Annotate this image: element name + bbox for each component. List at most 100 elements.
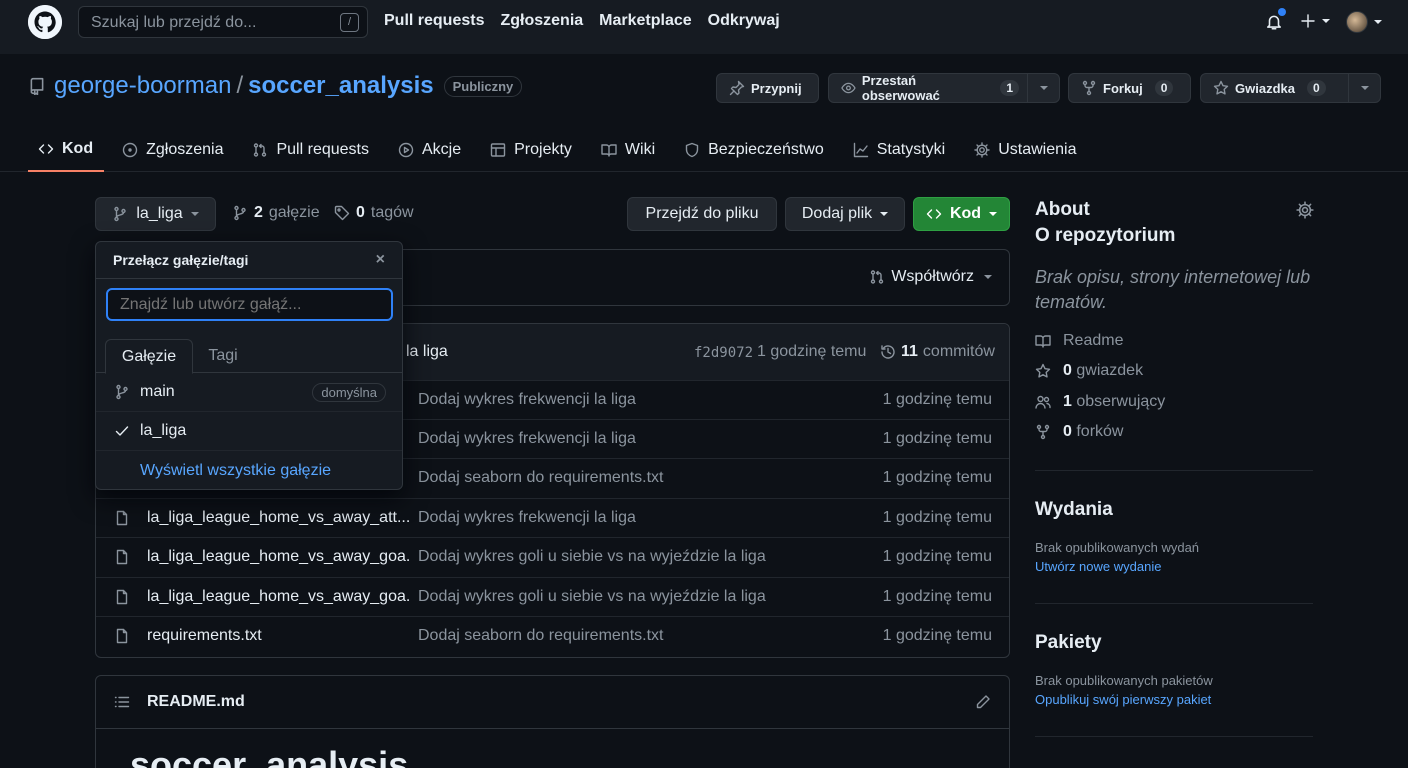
table-row[interactable]: requirements.txt Dodaj seaborn do requir… (96, 616, 1009, 655)
tab-code[interactable]: Kod (28, 128, 105, 172)
eye-icon (841, 82, 856, 94)
file-icon (116, 589, 128, 605)
gear-icon[interactable] (1296, 201, 1314, 219)
file-age: 1 godzinę temu (882, 627, 992, 644)
repo-name-link[interactable]: soccer_analysis (248, 72, 433, 100)
pencil-icon[interactable] (975, 694, 991, 710)
file-commit-message[interactable]: Dodaj wykres goli u siebie vs na wyjeźdz… (418, 588, 766, 606)
close-icon[interactable]: × (376, 251, 385, 269)
about-subtitle: O repozytorium (1035, 225, 1176, 246)
pin-button[interactable]: Przypnij (716, 73, 819, 103)
tab-wiki[interactable]: Wiki (591, 128, 666, 172)
tab-projects[interactable]: Projekty (480, 128, 583, 172)
branch-item-la-liga[interactable]: la_liga (96, 412, 402, 451)
branch-name: main (140, 383, 175, 400)
notifications-bell-icon[interactable] (1265, 8, 1286, 31)
branch-filter-input[interactable] (106, 288, 393, 321)
tab-tags[interactable]: Tagi (193, 339, 253, 373)
nav-issues[interactable]: Zgłoszenia (500, 12, 583, 30)
divider (1035, 470, 1313, 471)
file-commit-message[interactable]: Dodaj wykres frekwencji la liga (418, 509, 636, 527)
notification-dot (1278, 8, 1286, 16)
branch-switch-menu: Przełącz gałęzie/tagi × Gałęzie Tagi mai… (95, 241, 403, 490)
repo-separator: / (236, 72, 244, 99)
file-name[interactable]: la_liga_league_home_vs_away_goa... (147, 548, 409, 566)
branch-item-main[interactable]: main domyślna (96, 373, 402, 412)
go-to-file-button[interactable]: Przejdź do pliku (627, 197, 777, 231)
tab-insights[interactable]: Statystyki (843, 128, 956, 172)
tags-link[interactable]: 0 tagów (334, 204, 414, 222)
branch-menu-tabs: Gałęzie Tagi (96, 339, 402, 374)
table-row[interactable]: la_liga_league_home_vs_away_att... Dodaj… (96, 498, 1009, 537)
tab-label: Zgłoszenia (146, 141, 224, 158)
releases-title[interactable]: Wydania (1035, 497, 1113, 523)
search-input[interactable]: Szukaj lub przejdź do... / (78, 6, 368, 38)
stars-link[interactable]: 0 gwiazdek (1035, 362, 1143, 380)
file-commit-message[interactable]: Dodaj seaborn do requirements.txt (418, 469, 663, 487)
packages-title[interactable]: Pakiety (1035, 630, 1102, 656)
chevron-down-icon (989, 212, 998, 216)
commit-hash[interactable]: f2d9072 (694, 345, 753, 361)
create-new-dropdown[interactable] (1300, 13, 1330, 29)
branch-icon (234, 205, 246, 221)
tab-label: Wiki (624, 141, 656, 158)
contribute-button[interactable]: Współtwórz (869, 268, 992, 286)
branch-select-button[interactable]: la_liga (95, 197, 216, 231)
tab-settings[interactable]: Ustawienia (964, 128, 1087, 172)
tab-pull-requests[interactable]: Pull requests (242, 128, 380, 172)
nav-pull-requests[interactable]: Pull requests (384, 12, 484, 30)
list-icon[interactable] (114, 694, 130, 710)
fork-button[interactable]: Forkuj 0 (1068, 73, 1191, 103)
watchers-count: 1 (1063, 393, 1072, 410)
file-name[interactable]: requirements.txt (147, 627, 409, 645)
file-commit-message[interactable]: Dodaj seaborn do requirements.txt (418, 627, 663, 645)
nav-marketplace[interactable]: Marketplace (599, 12, 692, 30)
table-row[interactable]: la_liga_league_home_vs_away_goa... Dodaj… (96, 577, 1009, 616)
commit-message[interactable]: la liga (406, 343, 448, 361)
repo-owner-link[interactable]: george-boorman (54, 72, 231, 100)
tab-label: Statystyki (876, 141, 946, 158)
file-name[interactable]: la_liga_league_home_vs_away_att... (147, 509, 409, 527)
star-icon (1213, 80, 1229, 95)
create-release-link[interactable]: Utwórz nowe wydanie (1035, 559, 1161, 574)
tab-security[interactable]: Bezpieczeństwo (674, 128, 835, 172)
fork-icon (1082, 80, 1096, 96)
tags-label: tagów (370, 204, 414, 221)
watch-button[interactable]: Przestań obserwować 1 (828, 73, 1060, 103)
file-name[interactable]: la_liga_league_home_vs_away_goa... (147, 588, 409, 606)
avatar (1346, 11, 1368, 33)
add-file-button[interactable]: Dodaj plik (785, 197, 905, 231)
star-dropdown-toggle[interactable] (1348, 74, 1380, 102)
commits-link[interactable]: 11 commitów (880, 343, 995, 361)
tab-issues[interactable]: Zgłoszenia (112, 128, 234, 172)
readme-filename[interactable]: README.md (147, 693, 245, 711)
branches-link[interactable]: 2 gałęzie (232, 204, 320, 222)
readme-label: Readme (1063, 332, 1124, 349)
tab-label: Akcje (421, 141, 462, 158)
pin-icon (729, 80, 745, 96)
star-button[interactable]: Gwiazdka 0 (1200, 73, 1381, 103)
view-all-branches-link[interactable]: Wyświetl wszystkie gałęzie (96, 451, 402, 490)
file-commit-message[interactable]: Dodaj wykres frekwencji la liga (418, 391, 636, 409)
file-commit-message[interactable]: Dodaj wykres goli u siebie vs na wyjeźdz… (418, 548, 766, 566)
tab-branches[interactable]: Gałęzie (105, 339, 193, 374)
publish-package-link[interactable]: Opublikuj swój pierwszy pakiet (1035, 692, 1211, 707)
forks-link[interactable]: 0 forków (1035, 423, 1123, 441)
code-button[interactable]: Kod (913, 197, 1010, 231)
watchers-link[interactable]: 1 obserwujący (1035, 393, 1165, 411)
pin-label: Przypnij (751, 80, 802, 96)
file-commit-message[interactable]: Dodaj wykres frekwencji la liga (418, 430, 636, 448)
tab-actions[interactable]: Akcje (388, 128, 472, 172)
gear-icon (974, 142, 990, 158)
github-logo-icon[interactable] (28, 5, 62, 39)
watch-dropdown-toggle[interactable] (1027, 74, 1059, 102)
readme-link[interactable]: Readme (1035, 332, 1123, 350)
fork-label: Forkuj (1103, 80, 1143, 96)
user-menu[interactable] (1346, 11, 1382, 33)
nav-explore[interactable]: Odkrywaj (708, 12, 780, 30)
table-row[interactable]: la_liga_league_home_vs_away_goa... Dodaj… (96, 537, 1009, 576)
file-age: 1 godzinę temu (882, 469, 992, 486)
code-button-label: Kod (949, 205, 982, 222)
menu-title: Przełącz gałęzie/tagi (113, 252, 249, 268)
readme-box: README.md soccer_analysis (95, 675, 1010, 768)
